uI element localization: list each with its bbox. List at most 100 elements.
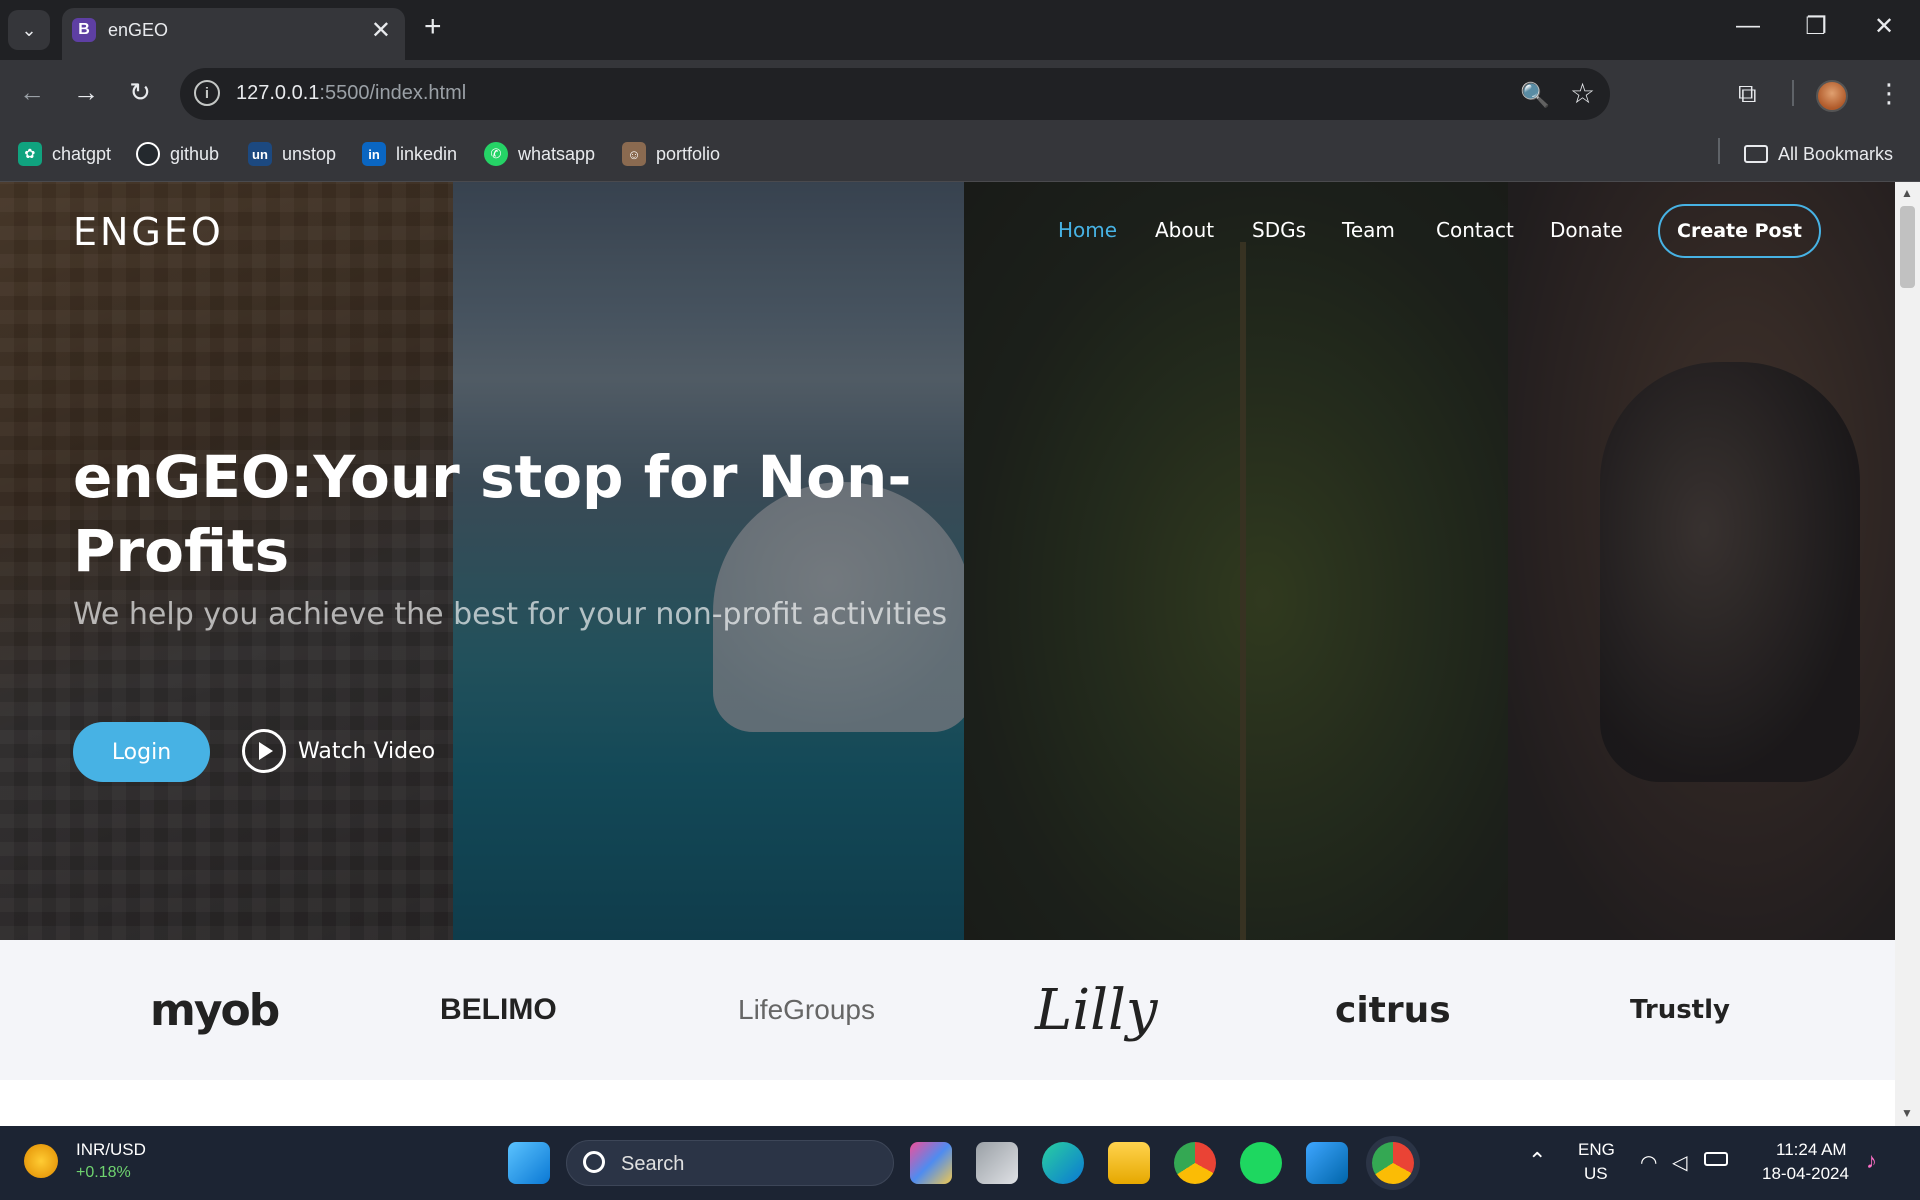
- nav-about[interactable]: About: [1155, 218, 1214, 242]
- bookmark-chatgpt[interactable]: ✿ chatgpt: [18, 140, 111, 168]
- ticker-pair[interactable]: INR/USD: [76, 1140, 146, 1160]
- wifi-icon[interactable]: ◠: [1640, 1150, 1657, 1175]
- file-explorer-icon[interactable]: [1108, 1142, 1150, 1184]
- close-window-button[interactable]: ✕: [1864, 12, 1904, 41]
- tray-overflow-icon[interactable]: ⌃: [1528, 1148, 1546, 1174]
- bookmark-portfolio[interactable]: ☺ portfolio: [622, 140, 720, 168]
- vscode-icon[interactable]: [1306, 1142, 1348, 1184]
- page-viewport: ENGEO Home About SDGs Team Contact Donat…: [0, 182, 1895, 1126]
- whatsapp-icon: ✆: [484, 142, 508, 166]
- nav-team[interactable]: Team: [1342, 218, 1395, 242]
- forward-button[interactable]: →: [68, 78, 104, 106]
- bootstrap-favicon-icon: B: [72, 18, 96, 42]
- windows-taskbar: INR/USD +0.18% Search ⌃ ENG US ◠ ◁ 11:24…: [0, 1126, 1920, 1200]
- create-post-button[interactable]: Create Post: [1658, 204, 1821, 258]
- bookmark-label: linkedin: [396, 143, 458, 164]
- linkedin-icon: in: [362, 142, 386, 166]
- zoom-icon[interactable]: 🔍: [1520, 81, 1550, 110]
- clock-time[interactable]: 11:24 AM: [1776, 1140, 1847, 1160]
- bookmark-github[interactable]: github: [136, 140, 219, 168]
- url-path: :5500/index.html: [319, 82, 467, 104]
- client-logo-lifegroups: LifeGroups: [738, 994, 875, 1025]
- hero-title: enGEO:Your stop for Non-Profits: [73, 443, 912, 585]
- restore-button[interactable]: ❐: [1796, 12, 1836, 41]
- bookmark-label: unstop: [282, 143, 337, 164]
- bookmarks-divider: [1718, 138, 1720, 164]
- ticker-change: +0.18%: [76, 1164, 131, 1181]
- browser-menu-icon[interactable]: ⋮: [1876, 78, 1902, 109]
- bookmarks-bar: ✿ chatgpt github un unstop in linkedin ✆…: [0, 126, 1920, 182]
- nav-home[interactable]: Home: [1058, 218, 1117, 242]
- taskbar-search[interactable]: Search: [566, 1140, 894, 1186]
- tab-bar: ⌄ B enGEO ✕ + — ❐ ✕: [0, 0, 1920, 60]
- client-logo-trustly: Trustly: [1630, 995, 1730, 1025]
- browser-toolbar: ← → ↻ i 127.0.0.1:5500/index.html 🔍 ☆ ⧉ …: [0, 60, 1920, 126]
- chrome-icon[interactable]: [1174, 1142, 1216, 1184]
- play-icon: [242, 729, 286, 773]
- bookmark-linkedin[interactable]: in linkedin: [362, 140, 457, 168]
- hero-subtitle: We help you achieve the best for your no…: [73, 597, 948, 632]
- tab-close-icon[interactable]: ✕: [371, 16, 391, 45]
- nav-contact[interactable]: Contact: [1436, 218, 1514, 242]
- watch-video-link[interactable]: Watch Video: [242, 729, 435, 773]
- client-logo-belimo: BELIMO: [440, 993, 557, 1026]
- task-view-icon[interactable]: [976, 1142, 1018, 1184]
- taskbar-search-label: Search: [621, 1153, 685, 1175]
- bookmark-label: portfolio: [656, 143, 721, 164]
- scroll-down-icon[interactable]: ▼: [1901, 1106, 1913, 1120]
- site-logo[interactable]: ENGEO: [73, 210, 224, 254]
- client-logo-citrus: citrus: [1335, 989, 1451, 1031]
- github-icon: [136, 142, 160, 166]
- profile-avatar[interactable]: [1816, 80, 1848, 112]
- chatgpt-icon: ✿: [18, 142, 42, 166]
- notification-bell-icon[interactable]: ♪: [1866, 1148, 1877, 1174]
- site-info-icon[interactable]: i: [194, 80, 220, 106]
- extensions-icon[interactable]: ⧉: [1738, 78, 1757, 110]
- all-bookmarks-button[interactable]: All Bookmarks: [1744, 140, 1893, 168]
- chrome-profile-icon[interactable]: [1372, 1142, 1414, 1184]
- client-logo-myob: myob: [150, 984, 280, 1036]
- folder-icon: [1744, 145, 1768, 163]
- battery-icon[interactable]: [1704, 1152, 1728, 1166]
- clock-date: 18-04-2024: [1762, 1164, 1849, 1183]
- new-tab-button[interactable]: +: [424, 12, 442, 42]
- region-indicator: US: [1584, 1164, 1608, 1183]
- edge-icon[interactable]: [1042, 1142, 1084, 1184]
- currency-widget-icon[interactable]: [24, 1144, 58, 1178]
- all-bookmarks-label: All Bookmarks: [1778, 143, 1894, 164]
- nav-donate[interactable]: Donate: [1550, 218, 1623, 242]
- back-button[interactable]: ←: [14, 78, 50, 106]
- spotify-icon[interactable]: [1240, 1142, 1282, 1184]
- url-host: 127.0.0.1: [236, 82, 320, 104]
- language-indicator[interactable]: ENG: [1578, 1140, 1615, 1160]
- bookmark-label: whatsapp: [518, 143, 596, 164]
- toolbar-divider: [1792, 80, 1794, 106]
- tab-title: enGEO: [108, 20, 169, 40]
- minimize-button[interactable]: —: [1728, 12, 1768, 40]
- search-icon: [583, 1151, 605, 1173]
- login-button[interactable]: Login: [73, 722, 210, 782]
- client-logo-lilly: Lilly: [1035, 977, 1158, 1043]
- volume-icon[interactable]: ◁: [1672, 1150, 1687, 1175]
- clients-section: myob BELIMO LifeGroups Lilly citrus Trus…: [0, 940, 1895, 1080]
- hero-section: ENGEO Home About SDGs Team Contact Donat…: [0, 182, 1895, 940]
- bookmark-star-icon[interactable]: ☆: [1570, 77, 1595, 110]
- scroll-up-icon[interactable]: ▲: [1901, 186, 1913, 200]
- scrollbar-thumb[interactable]: [1900, 206, 1915, 288]
- address-bar[interactable]: i 127.0.0.1:5500/index.html 🔍 ☆: [180, 68, 1610, 120]
- tab-search-button[interactable]: ⌄: [8, 10, 50, 50]
- chevron-down-icon: ⌄: [21, 19, 37, 40]
- watch-video-label: Watch Video: [298, 738, 436, 764]
- windows-start-icon[interactable]: [508, 1142, 550, 1184]
- bookmark-label: chatgpt: [52, 143, 112, 164]
- bookmark-label: github: [170, 143, 220, 164]
- bookmark-whatsapp[interactable]: ✆ whatsapp: [484, 140, 595, 168]
- bookmark-unstop[interactable]: un unstop: [248, 140, 336, 168]
- portfolio-icon: ☺: [622, 142, 646, 166]
- nav-sdgs[interactable]: SDGs: [1252, 218, 1306, 242]
- url-text[interactable]: 127.0.0.1:5500/index.html: [236, 82, 466, 105]
- copilot-icon[interactable]: [910, 1142, 952, 1184]
- reload-button[interactable]: ↻: [122, 78, 158, 106]
- browser-tab[interactable]: B enGEO ✕: [62, 8, 405, 60]
- page-scrollbar[interactable]: ▲ ▼: [1895, 182, 1920, 1126]
